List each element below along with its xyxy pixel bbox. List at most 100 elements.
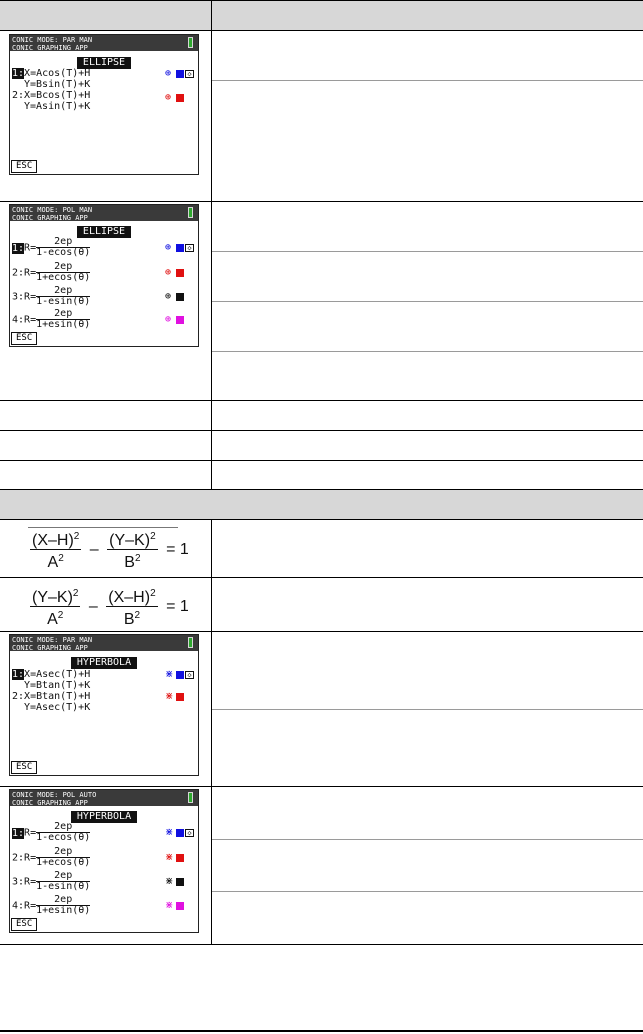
select-arrow-icon: ◇ bbox=[185, 244, 194, 252]
equation-fraction: 2ep 1+esin(θ) bbox=[36, 309, 91, 330]
row-divider bbox=[212, 891, 643, 892]
equation-line: 2:X=Btan(T)+H bbox=[12, 691, 90, 702]
formula-overline bbox=[28, 527, 178, 528]
fraction-denominator: A bbox=[47, 554, 59, 571]
graph-style-icon: ⊕ bbox=[165, 92, 172, 103]
equation-lhs: R= bbox=[24, 852, 37, 864]
exponent: 2 bbox=[134, 553, 141, 564]
equation-lhs: R= bbox=[24, 827, 37, 839]
equation-fraction: 2ep 1+esin(θ) bbox=[36, 895, 91, 916]
esc-button[interactable]: ESC bbox=[11, 332, 38, 345]
ellipse-polar-screenshot: CONIC MODE: POL MAN CONIC GRAPHING APP E… bbox=[9, 204, 199, 347]
row-divider bbox=[0, 201, 643, 202]
graph-style-icon: ⋇ bbox=[165, 900, 174, 911]
page-footer-rule bbox=[0, 1030, 643, 1032]
equation-y: Y=Bsin(T)+K bbox=[24, 79, 91, 90]
exponent: 2 bbox=[73, 531, 80, 542]
battery-icon bbox=[188, 792, 193, 803]
equation-lhs: R= bbox=[24, 291, 37, 303]
column-divider bbox=[211, 520, 212, 945]
row-divider bbox=[0, 489, 643, 490]
equation-fraction: 2ep 1+ecos(θ) bbox=[36, 262, 91, 283]
equation-lhs: R= bbox=[24, 267, 37, 279]
fraction-denominator: B bbox=[124, 554, 135, 571]
color-swatch-blue bbox=[176, 70, 184, 78]
column-divider bbox=[211, 0, 212, 490]
status-app-text: CONIC GRAPHING APP bbox=[12, 214, 88, 222]
equation-index: 1: bbox=[12, 68, 25, 79]
equation-line: 1:X=Acos(T)+H bbox=[12, 68, 90, 79]
status-bar: CONIC MODE: POL AUTO CONIC GRAPHING APP bbox=[10, 790, 198, 807]
equation-index: 1: bbox=[12, 827, 25, 839]
fraction-denominator: 1-ecos(θ) bbox=[36, 832, 91, 843]
equation-index: 4: bbox=[12, 314, 25, 326]
color-swatch-blue bbox=[176, 829, 184, 837]
hyperbola-parametric-screenshot: CONIC MODE: PAR MAN CONIC GRAPHING APP H… bbox=[9, 634, 199, 776]
hyperbola-horizontal-formula: (X–H)2 A2 – (Y–K)2 B2 = 1 bbox=[30, 528, 193, 571]
color-swatch-red bbox=[176, 94, 184, 102]
graph-style-icon: ⊕ bbox=[165, 68, 172, 79]
color-swatch-red bbox=[176, 269, 184, 277]
equation-fraction: 2ep 1-esin(θ) bbox=[36, 286, 91, 307]
fraction-denominator: 1-esin(θ) bbox=[36, 296, 91, 307]
row-divider bbox=[0, 577, 643, 578]
equation-fraction: 2ep 1-esin(θ) bbox=[36, 871, 91, 892]
row-divider bbox=[212, 709, 643, 710]
hyperbola-polar-screenshot: CONIC MODE: POL AUTO CONIC GRAPHING APP … bbox=[9, 789, 199, 933]
hyperbola-vertical-formula: (Y–K)2 A2 – (X–H)2 B2 = 1 bbox=[30, 585, 193, 628]
color-swatch-black bbox=[176, 878, 184, 886]
status-app-text: CONIC GRAPHING APP bbox=[12, 44, 88, 52]
equation-index: 3: bbox=[12, 876, 25, 888]
equation-lhs: R= bbox=[24, 876, 37, 888]
row-divider bbox=[0, 786, 643, 787]
formula-fraction: (X–H)2 B2 bbox=[106, 585, 158, 628]
graph-style-icon: ⊕ bbox=[165, 267, 172, 278]
esc-button[interactable]: ESC bbox=[11, 761, 38, 774]
exponent: 2 bbox=[57, 610, 64, 621]
exponent: 2 bbox=[150, 588, 156, 599]
color-swatch-blue bbox=[176, 671, 184, 679]
fraction-denominator: A bbox=[47, 611, 58, 628]
fraction-numerator: (X–H) bbox=[32, 532, 74, 549]
equation-line: 2:X=Bcos(T)+H bbox=[12, 90, 90, 101]
status-mode-text: CONIC MODE: PAR MAN bbox=[12, 636, 93, 644]
minus-sign: – bbox=[88, 597, 98, 615]
select-arrow-icon: ◇ bbox=[185, 671, 194, 679]
battery-icon bbox=[188, 637, 193, 648]
esc-button[interactable]: ESC bbox=[11, 918, 38, 931]
row-divider bbox=[212, 351, 643, 352]
status-mode-text: CONIC MODE: POL MAN bbox=[12, 206, 93, 214]
polar-equation-2: 2:R= 2ep 1+ecos(θ) bbox=[12, 262, 91, 283]
equation-x: X=Asec(T)+H bbox=[24, 669, 91, 680]
graph-style-icon: ⋇ bbox=[165, 876, 174, 887]
equation-index: 3: bbox=[12, 291, 25, 303]
minus-sign: – bbox=[89, 540, 99, 558]
fraction-denominator: 1-ecos(θ) bbox=[36, 247, 91, 258]
select-arrow-icon: ◇ bbox=[185, 70, 194, 78]
equation-y: Y=Asec(T)+K bbox=[24, 702, 91, 713]
row-divider bbox=[0, 460, 643, 461]
table-header-band bbox=[0, 0, 643, 31]
color-swatch-magenta bbox=[176, 902, 184, 910]
status-app-text: CONIC GRAPHING APP bbox=[12, 644, 88, 652]
status-mode-text: CONIC MODE: POL AUTO bbox=[12, 791, 97, 799]
row-divider bbox=[0, 631, 643, 632]
exponent: 2 bbox=[150, 531, 156, 542]
graph-style-icon: ⊕ bbox=[165, 314, 172, 325]
color-swatch-red bbox=[176, 854, 184, 862]
color-swatch-magenta bbox=[176, 316, 184, 324]
color-swatch-red bbox=[176, 693, 184, 701]
esc-button[interactable]: ESC bbox=[11, 160, 38, 173]
row-divider bbox=[0, 0, 643, 1]
row-divider bbox=[0, 30, 643, 31]
row-divider bbox=[0, 430, 643, 431]
conic-type-title: HYPERBOLA bbox=[70, 657, 138, 669]
graph-style-icon: ⋇ bbox=[165, 827, 174, 838]
equation-x: X=Acos(T)+H bbox=[24, 68, 91, 79]
fraction-numerator: (Y–K) bbox=[109, 532, 151, 549]
fraction-denominator: 1+esin(θ) bbox=[36, 905, 91, 916]
battery-icon bbox=[188, 207, 193, 218]
graph-style-icon: ⋇ bbox=[165, 691, 174, 702]
polar-equation-4: 4:R= 2ep 1+esin(θ) bbox=[12, 895, 91, 916]
formula-fraction: (Y–K)2 A2 bbox=[30, 585, 81, 628]
